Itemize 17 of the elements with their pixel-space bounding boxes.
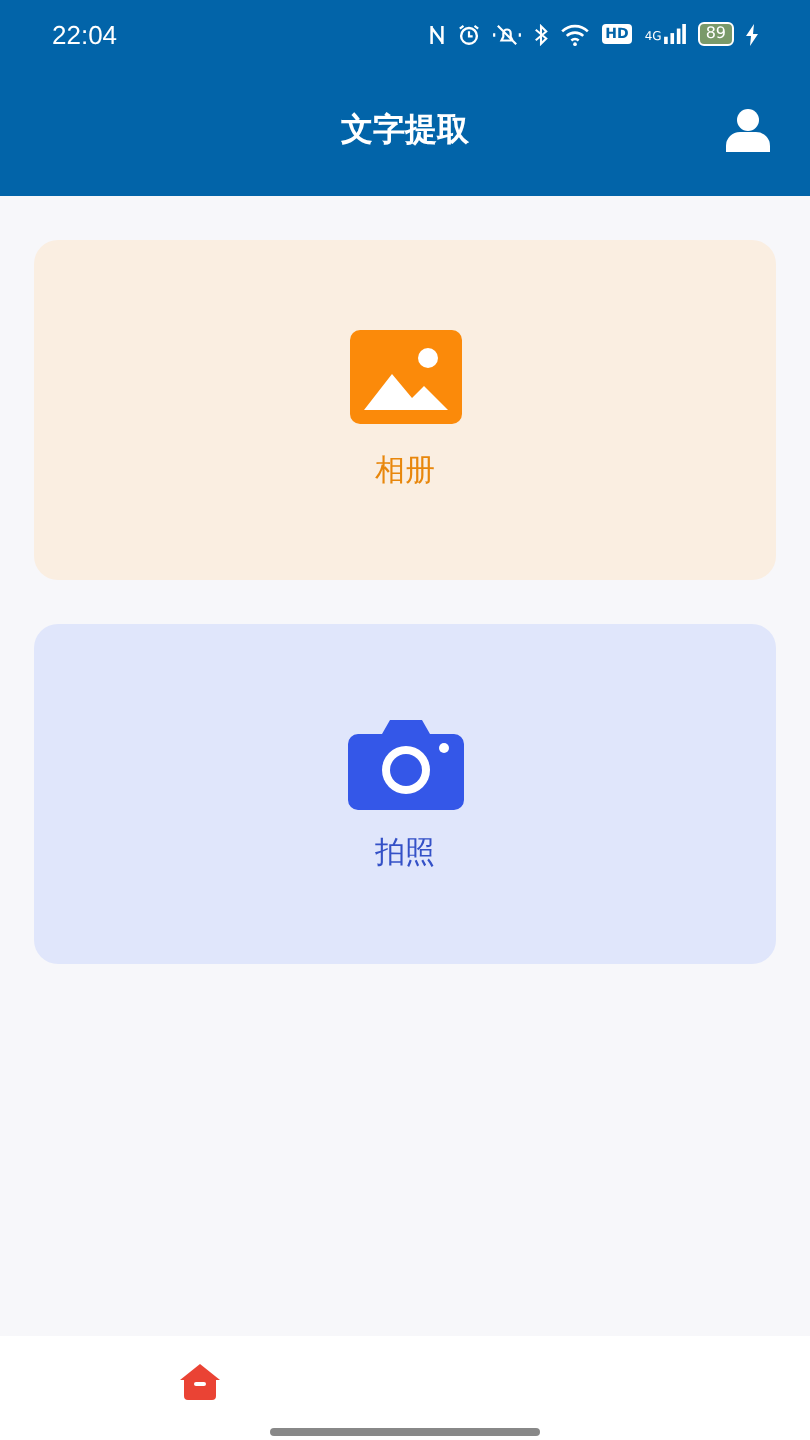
wifi-icon xyxy=(559,23,590,45)
page-title: 文字提取 xyxy=(341,109,469,151)
image-icon xyxy=(349,330,461,424)
signal-icon xyxy=(663,24,686,44)
charging-icon xyxy=(746,23,758,45)
nfc-icon xyxy=(427,23,446,45)
bluetooth-icon xyxy=(533,23,548,45)
card-label: 相册 xyxy=(375,452,435,490)
camera-card[interactable]: 拍照 xyxy=(34,624,776,964)
mute-icon xyxy=(491,23,522,45)
battery-level: 89 xyxy=(697,22,734,46)
card-label: 拍照 xyxy=(375,833,435,871)
home-icon[interactable] xyxy=(180,1364,220,1400)
alarm-icon xyxy=(457,23,480,45)
clock-time: 22:04 xyxy=(52,19,118,49)
user-icon[interactable] xyxy=(726,108,770,152)
camera-icon xyxy=(347,717,463,809)
